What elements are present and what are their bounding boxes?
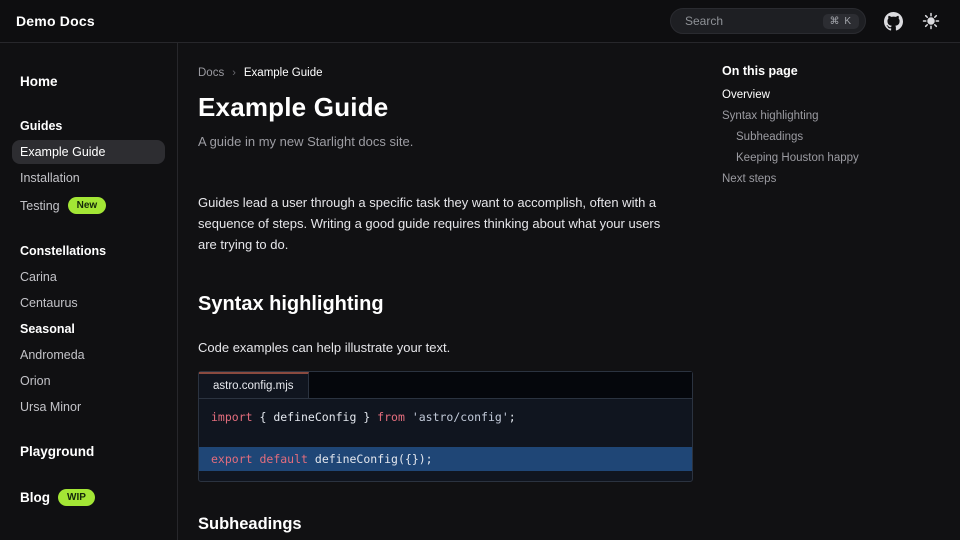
code-token: from	[377, 410, 405, 424]
sidebar-item-ursa-minor[interactable]: Ursa Minor	[12, 395, 165, 419]
sidebar-item-installation[interactable]: Installation	[12, 166, 165, 190]
search-shortcut-kbd: ⌘ K	[823, 14, 859, 29]
code-token: ;	[509, 410, 516, 424]
sidebar-item-label: Constellations	[20, 244, 106, 258]
top-header: Demo Docs Search ⌘ K	[0, 0, 960, 43]
search-placeholder: Search	[685, 14, 815, 28]
code-body[interactable]: import { defineConfig } from 'astro/conf…	[199, 399, 692, 481]
sidebar-item-label: Installation	[20, 171, 80, 185]
sidebar-item-orion[interactable]: Orion	[12, 369, 165, 393]
code-token: defineConfig({});	[315, 452, 433, 466]
intro-paragraph: Guides lead a user through a specific ta…	[198, 192, 678, 255]
sidebar-item-andromeda[interactable]: Andromeda	[12, 343, 165, 367]
sidebar-item-label: Carina	[20, 270, 57, 284]
code-token	[308, 452, 315, 466]
search-input[interactable]: Search ⌘ K	[670, 8, 866, 34]
sidebar-item-testing[interactable]: Testing New	[12, 192, 165, 219]
theme-toggle-sun-icon[interactable]	[920, 10, 942, 32]
page-lede: A guide in my new Starlight docs site.	[198, 134, 710, 149]
breadcrumb-current: Example Guide	[244, 67, 323, 79]
status-badge: New	[68, 197, 107, 214]
toc-link-overview[interactable]: Overview	[722, 84, 952, 105]
code-line: import { defineConfig } from 'astro/conf…	[199, 408, 692, 426]
sidebar-nav: Home Guides Example Guide Installation Testi…	[0, 43, 178, 540]
sidebar-item-label: Seasonal	[20, 322, 75, 336]
toc-link-keeping-houston-happy[interactable]: Keeping Houston happy	[722, 147, 952, 168]
code-block: astro.config.mjs import { defineConfig }…	[198, 371, 693, 482]
sidebar-items: Home Guides Example Guide Installation Testi…	[12, 69, 165, 511]
code-tab-bar: astro.config.mjs	[199, 372, 692, 399]
code-token: import	[211, 410, 253, 424]
sidebar-item-guides: Guides	[12, 114, 165, 138]
sidebar-item-centaurus[interactable]: Centaurus	[12, 291, 165, 315]
section-intro: Code examples can help illustrate your t…	[198, 340, 710, 355]
sidebar-item-label: Home	[20, 74, 58, 89]
sidebar-item-label: Testing	[20, 199, 60, 213]
sidebar-item-label: Playground	[20, 444, 94, 459]
breadcrumb-separator-icon: ›	[232, 67, 236, 79]
header-actions: Search ⌘ K	[670, 8, 942, 34]
status-badge: WIP	[58, 489, 95, 506]
sidebar-item-label: Blog	[20, 490, 50, 505]
sidebar-item-label: Example Guide	[20, 145, 105, 159]
sidebar-item-example-guide[interactable]: Example Guide	[12, 140, 165, 164]
sidebar-item-home[interactable]: Home	[12, 69, 165, 94]
subheading-title: Subheadings	[198, 515, 710, 534]
page-title: Example Guide	[198, 92, 710, 123]
breadcrumb-docs-link[interactable]: Docs	[198, 67, 224, 79]
sidebar-item-label: Ursa Minor	[20, 400, 81, 414]
section-heading-syntax-highlighting: Syntax highlighting	[198, 293, 710, 316]
sidebar-item-label: Centaurus	[20, 296, 78, 310]
toc-link-subheadings[interactable]: Subheadings	[722, 126, 952, 147]
breadcrumb: Docs › Example Guide	[198, 67, 710, 79]
main-content: Docs › Example Guide Example Guide A gui…	[179, 43, 710, 540]
sidebar-item-carina[interactable]: Carina	[12, 265, 165, 289]
code-line-highlighted: export default defineConfig({});	[199, 447, 692, 471]
code-token: 'astro/config'	[412, 410, 509, 424]
code-line	[199, 426, 692, 444]
sidebar-item-label: Orion	[20, 374, 51, 388]
toc-link-syntax-highlighting[interactable]: Syntax highlighting	[722, 105, 952, 126]
code-token: export	[211, 452, 253, 466]
toc-heading: On this page	[722, 64, 952, 78]
sidebar-item-label: Guides	[20, 119, 62, 133]
toc-list: OverviewSyntax highlightingSubheadingsKe…	[722, 84, 952, 189]
code-token: { defineConfig }	[253, 410, 378, 424]
github-icon[interactable]	[882, 10, 904, 32]
site-title[interactable]: Demo Docs	[16, 13, 95, 29]
code-token	[405, 410, 412, 424]
toc-link-next-steps[interactable]: Next steps	[722, 168, 952, 189]
code-token: default	[259, 452, 307, 466]
sidebar-item-blog[interactable]: Blog WIP	[12, 484, 165, 511]
sidebar-item-seasonal[interactable]: Seasonal	[12, 317, 165, 341]
sidebar-item-constellations: Constellations	[12, 239, 165, 263]
sidebar-item-label: Andromeda	[20, 348, 85, 362]
table-of-contents: On this page OverviewSyntax highlighting…	[722, 64, 952, 189]
code-tab-filename[interactable]: astro.config.mjs	[199, 372, 309, 398]
sidebar-item-playground[interactable]: Playground	[12, 439, 165, 464]
